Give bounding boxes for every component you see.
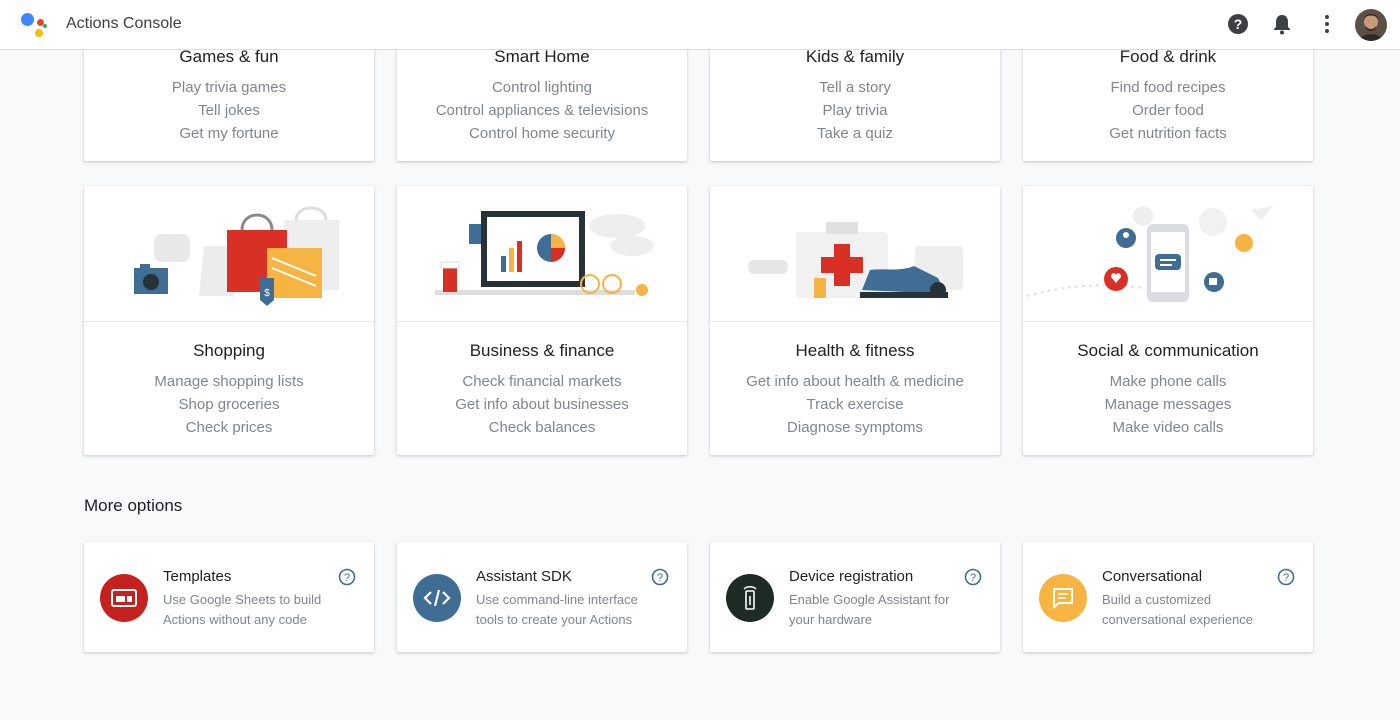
- code-icon: [413, 574, 461, 622]
- category-title: Health & fitness: [795, 341, 915, 360]
- user-avatar[interactable]: [1355, 9, 1387, 41]
- category-item: Check prices: [185, 419, 273, 436]
- svg-text:?: ?: [344, 572, 350, 584]
- category-item: Get nutrition facts: [1109, 125, 1227, 142]
- device-icon: [726, 574, 774, 622]
- business-illustration: [397, 186, 687, 322]
- svg-text:?: ?: [1283, 572, 1289, 584]
- option-card-device-registration[interactable]: Device registration Enable Google Assist…: [710, 542, 1000, 652]
- category-item: Play trivia games: [171, 79, 287, 96]
- category-item: Find food recipes: [1110, 79, 1226, 96]
- option-card-conversational[interactable]: Conversational Build a customized conver…: [1023, 542, 1313, 652]
- category-item: Order food: [1132, 102, 1204, 119]
- assistant-logo-icon[interactable]: [20, 10, 48, 38]
- svg-text:?: ?: [970, 572, 976, 584]
- category-item: Tell jokes: [198, 102, 260, 119]
- category-item: Make phone calls: [1109, 373, 1227, 390]
- category-card-health-fitness[interactable]: Health & fitness Get info about health &…: [710, 186, 1000, 455]
- svg-text:$: $: [264, 288, 270, 299]
- category-item: Check financial markets: [462, 373, 622, 390]
- option-description: Use command-line interface tools to crea…: [476, 592, 638, 627]
- category-item: Check balances: [488, 419, 596, 436]
- option-title: Device registration: [789, 568, 914, 585]
- option-card-assistant-sdk[interactable]: Assistant SDK Use command-line interface…: [397, 542, 687, 652]
- more-options-heading: More options: [84, 496, 183, 515]
- category-item: Get my fortune: [179, 125, 279, 142]
- bell-icon[interactable]: [1270, 12, 1294, 36]
- category-item: Shop groceries: [178, 396, 280, 413]
- category-item: Get info about health & medicine: [746, 373, 964, 390]
- category-item: Make video calls: [1112, 419, 1224, 436]
- category-title: Games & fun: [179, 47, 279, 66]
- category-item: Control appliances & televisions: [435, 102, 649, 119]
- help-outline-icon[interactable]: ?: [1277, 568, 1295, 586]
- category-title: Food & drink: [1119, 47, 1217, 66]
- option-title: Assistant SDK: [476, 568, 572, 585]
- category-item: Manage shopping lists: [154, 373, 304, 390]
- category-title: Smart Home: [494, 47, 590, 66]
- category-item: Track exercise: [806, 396, 904, 413]
- option-description: Use Google Sheets to build Actions witho…: [163, 592, 322, 627]
- shopping-illustration: $: [84, 186, 374, 322]
- chat-icon: [1039, 574, 1087, 622]
- category-item: Tell a story: [819, 79, 891, 96]
- option-title: Templates: [163, 568, 232, 585]
- category-item: Diagnose symptoms: [787, 419, 923, 436]
- health-illustration: [710, 186, 1000, 322]
- help-circle-icon[interactable]: ?: [1226, 12, 1250, 36]
- category-item: Get info about businesses: [455, 396, 629, 413]
- help-outline-icon[interactable]: ?: [338, 568, 356, 586]
- category-title: Shopping: [193, 341, 265, 360]
- option-description: Enable Google Assistant for your hardwar…: [789, 592, 950, 627]
- option-description: Build a customized conversational experi…: [1102, 592, 1254, 627]
- category-card-business-finance[interactable]: Business & finance Check financial marke…: [397, 186, 687, 455]
- templates-icon: [100, 574, 148, 622]
- svg-text:?: ?: [1234, 16, 1243, 32]
- svg-text:?: ?: [657, 572, 663, 584]
- top-app-bar: Actions Console ?: [0, 0, 1400, 50]
- category-card-social-communication[interactable]: Social & communication Make phone calls …: [1023, 186, 1313, 455]
- category-item: Control lighting: [491, 79, 593, 96]
- category-title: Social & communication: [1077, 341, 1259, 360]
- category-title: Business & finance: [469, 341, 615, 360]
- category-item: Manage messages: [1104, 396, 1232, 413]
- option-title: Conversational: [1102, 568, 1203, 585]
- category-item: Play trivia: [822, 102, 888, 119]
- category-item: Take a quiz: [817, 125, 893, 142]
- category-title: Kids & family: [805, 47, 905, 66]
- app-title[interactable]: Actions Console: [66, 15, 182, 33]
- more-vert-icon[interactable]: [1315, 12, 1339, 36]
- help-outline-icon[interactable]: ?: [651, 568, 669, 586]
- option-card-templates[interactable]: Templates Use Google Sheets to build Act…: [84, 542, 374, 652]
- category-item: Control home security: [469, 125, 615, 142]
- social-illustration: [1023, 186, 1313, 322]
- category-card-shopping[interactable]: $ Shopping Manage shopping lists Shop gr…: [84, 186, 374, 455]
- help-outline-icon[interactable]: ?: [964, 568, 982, 586]
